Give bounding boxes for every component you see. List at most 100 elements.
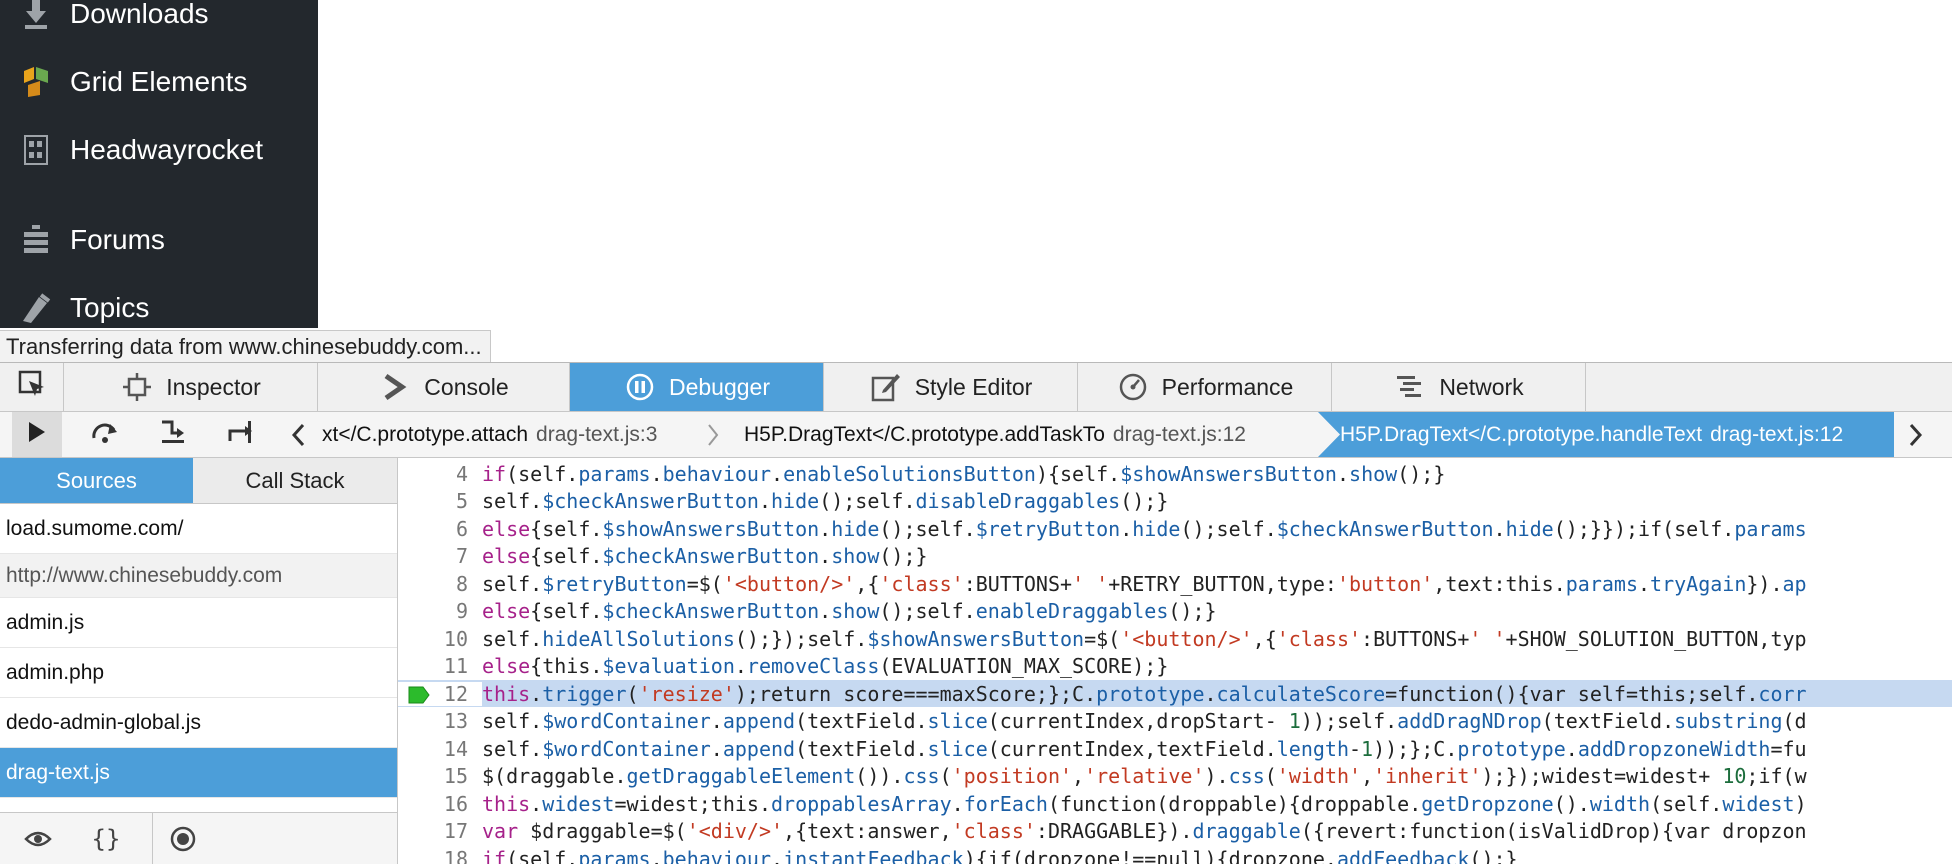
line-number[interactable]: 8 [398,572,482,596]
element-picker-button[interactable] [0,363,64,411]
crumb-file: drag-text.js:3 [536,422,658,446]
code-line[interactable]: 4 if(self.params.behaviour.enableSolution… [398,460,1952,487]
sidebar-item-label: Forums [70,224,165,255]
line-number[interactable]: 17 [398,819,482,843]
code-text: this.trigger('resize');return score===ma… [482,681,1807,706]
code-line[interactable]: 17 var $draggable=$('<div/>',{text:answer… [398,818,1952,845]
line-number[interactable]: 15 [398,764,482,788]
line-number[interactable]: 7 [398,544,482,568]
call-stack-crumb[interactable]: xt</C.prototype.attach drag-text.js:3 [322,412,692,457]
code-line[interactable]: 13 self.$wordContainer.append(textField.s… [398,708,1952,735]
element-picker-icon [18,370,46,404]
code-line[interactable]: 10 self.hideAllSolutions();});self.$showA… [398,625,1952,652]
resume-button[interactable] [12,412,62,457]
source-item[interactable]: admin.php [0,648,397,698]
tab-style-editor[interactable]: Style Editor [824,363,1078,411]
sidebar-item-label: Grid Elements [70,66,248,97]
code-line[interactable]: 11 else{this.$evaluation.removeClass(EVAL… [398,653,1952,680]
sources-pane: Sources Call Stack load.sumome.com/ http… [0,458,398,864]
code-text: var $draggable=$('<div/>',{text:answer,'… [482,819,1807,843]
console-icon [378,370,412,404]
step-in-icon [158,419,188,450]
code-editor[interactable]: 4 if(self.params.behaviour.enableSolution… [398,458,1952,864]
sidebar-item-forums[interactable]: Forums [0,220,318,260]
code-line[interactable]: 15 $(draggable.getDraggableElement()).css… [398,763,1952,790]
code-text: self.hideAllSolutions();});self.$showAns… [482,626,1807,651]
tab-label: Debugger [668,373,771,400]
call-stack-crumb-selected[interactable]: H5P.DragText</C.prototype.handleText dra… [1318,412,1894,457]
blackbox-icon[interactable] [152,813,213,864]
code-line[interactable]: 6 else{self.$showAnswersButton.hide();sel… [398,515,1952,542]
eye-icon[interactable] [8,813,68,864]
code-line[interactable]: 18 if(self.params.behaviour.instantFeedba… [398,845,1952,864]
code-line[interactable]: 8 self.$retryButton=$('<button/>',{'class… [398,570,1952,597]
sidebar-item-label: Headwayrocket [70,134,263,165]
code-line-current[interactable]: 12 this.trigger('resize');return score===… [398,680,1952,707]
sidebar-item-label: Downloads [70,0,209,29]
crumb-file: drag-text.js:12 [1112,422,1246,446]
status-bar-text: Transferring data from www.chinesebuddy.… [0,330,491,364]
line-number[interactable]: 5 [398,489,482,513]
line-number[interactable]: 11 [398,654,482,678]
sidebar-item-headwayrocket[interactable]: Headwayrocket [0,130,318,170]
line-number[interactable]: 10 [398,627,482,651]
source-item[interactable]: dedo-admin-global.js [0,698,397,748]
code-text: self.$checkAnswerButton.hide();self.disa… [482,489,1169,513]
code-text: else{self.$checkAnswerButton.show();} [482,544,928,568]
source-item-selected[interactable]: drag-text.js [0,748,397,798]
breakpoint-marker-icon [408,686,430,703]
code-line[interactable]: 16 this.widest=widest;this.droppablesArra… [398,790,1952,817]
code-text: self.$wordContainer.append(textField.sli… [482,709,1807,733]
tab-sources[interactable]: Sources [0,458,193,504]
tab-network[interactable]: Network [1332,363,1586,411]
debugger-icon [623,370,657,404]
tab-performance[interactable]: Performance [1078,363,1332,411]
topics-icon [18,291,54,325]
line-number[interactable]: 16 [398,792,482,816]
step-in-button[interactable] [148,412,198,457]
line-number[interactable]: 12 [398,681,482,706]
code-text: else{this.$evaluation.removeClass(EVALUA… [482,654,1169,678]
code-text: self.$retryButton=$('<button/>',{'class'… [482,571,1807,596]
headwayrocket-icon [18,133,54,167]
breadcrumb-separator-icon [706,412,720,457]
source-group: http://www.chinesebuddy.com [0,554,397,598]
forums-icon [18,223,54,257]
step-out-icon [226,419,256,450]
source-item[interactable]: load.sumome.com/ [0,504,397,554]
performance-icon [1116,370,1150,404]
line-number[interactable]: 13 [398,709,482,733]
inspector-icon [120,370,154,404]
sidebar-item-downloads[interactable]: Downloads [0,0,318,34]
code-text: if(self.params.behaviour.instantFeedback… [482,846,1518,864]
line-number[interactable]: 9 [398,599,482,623]
tab-label: Console [424,373,509,400]
sidebar-item-topics[interactable]: Topics [0,288,318,328]
code-text: else{self.$showAnswersButton.hide();self… [482,516,1807,541]
line-number[interactable]: 4 [398,462,482,486]
line-number[interactable]: 6 [398,517,482,541]
sidebar-item-grid-elements[interactable]: Grid Elements [0,62,318,102]
line-number[interactable]: 14 [398,737,482,761]
code-line[interactable]: 9 else{self.$checkAnswerButton.show();sel… [398,598,1952,625]
code-line[interactable]: 14 self.$wordContainer.append(textField.s… [398,735,1952,762]
tab-inspector[interactable]: Inspector [64,363,318,411]
line-number[interactable]: 18 [398,847,482,864]
tab-label: Style Editor [914,373,1033,400]
pretty-print-button[interactable]: {} [76,813,136,864]
tab-console[interactable]: Console [318,363,570,411]
code-text: if(self.params.behaviour.enableSolutions… [482,461,1446,486]
tab-call-stack[interactable]: Call Stack [193,458,397,504]
call-stack-crumb[interactable]: H5P.DragText</C.prototype.addTaskTo drag… [744,412,1294,457]
tab-label: Performance [1161,373,1294,400]
code-line[interactable]: 5 self.$checkAnswerButton.hide();self.dis… [398,488,1952,515]
step-out-button[interactable] [216,412,266,457]
debugger-toolbar: xt</C.prototype.attach drag-text.js:3 H5… [0,412,1952,458]
step-over-button[interactable] [80,412,130,457]
code-line[interactable]: 7 else{self.$checkAnswerButton.show();} [398,543,1952,570]
chevron-right-icon[interactable] [1908,412,1924,457]
chevron-left-icon[interactable] [290,412,306,457]
source-item[interactable]: admin.js [0,598,397,648]
sources-tabs: Sources Call Stack [0,458,397,504]
tab-debugger[interactable]: Debugger [570,363,824,411]
